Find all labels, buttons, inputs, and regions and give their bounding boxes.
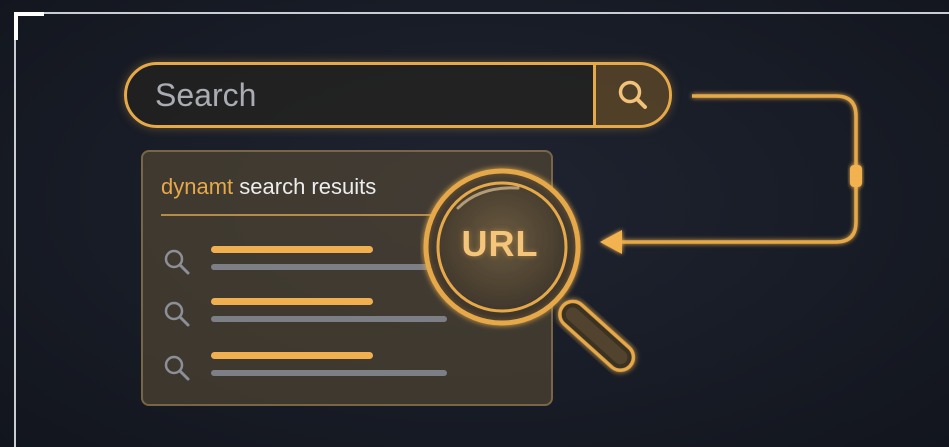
result-item[interactable] (161, 350, 461, 386)
result-title-line (211, 246, 373, 253)
search-icon (164, 301, 190, 327)
magnifying-glass-icon (423, 168, 636, 372)
result-title-line (211, 298, 373, 305)
search-icon (164, 355, 190, 381)
panel-title-accent: dynamt (161, 174, 234, 199)
result-url-line (211, 316, 447, 322)
connector-node (850, 165, 862, 187)
panel-title-text: search resuits (233, 174, 377, 199)
result-url-line (211, 370, 447, 376)
result-url-line (211, 264, 447, 270)
illustration-canvas: dynamt search resuits (0, 0, 949, 447)
result-title-line (211, 352, 373, 359)
url-label: URL (461, 223, 539, 264)
result-item[interactable] (161, 244, 461, 280)
result-item[interactable] (161, 296, 461, 332)
panel-title: dynamt search resuits (161, 174, 376, 200)
panel-divider (161, 214, 431, 216)
search-icon (164, 249, 190, 275)
